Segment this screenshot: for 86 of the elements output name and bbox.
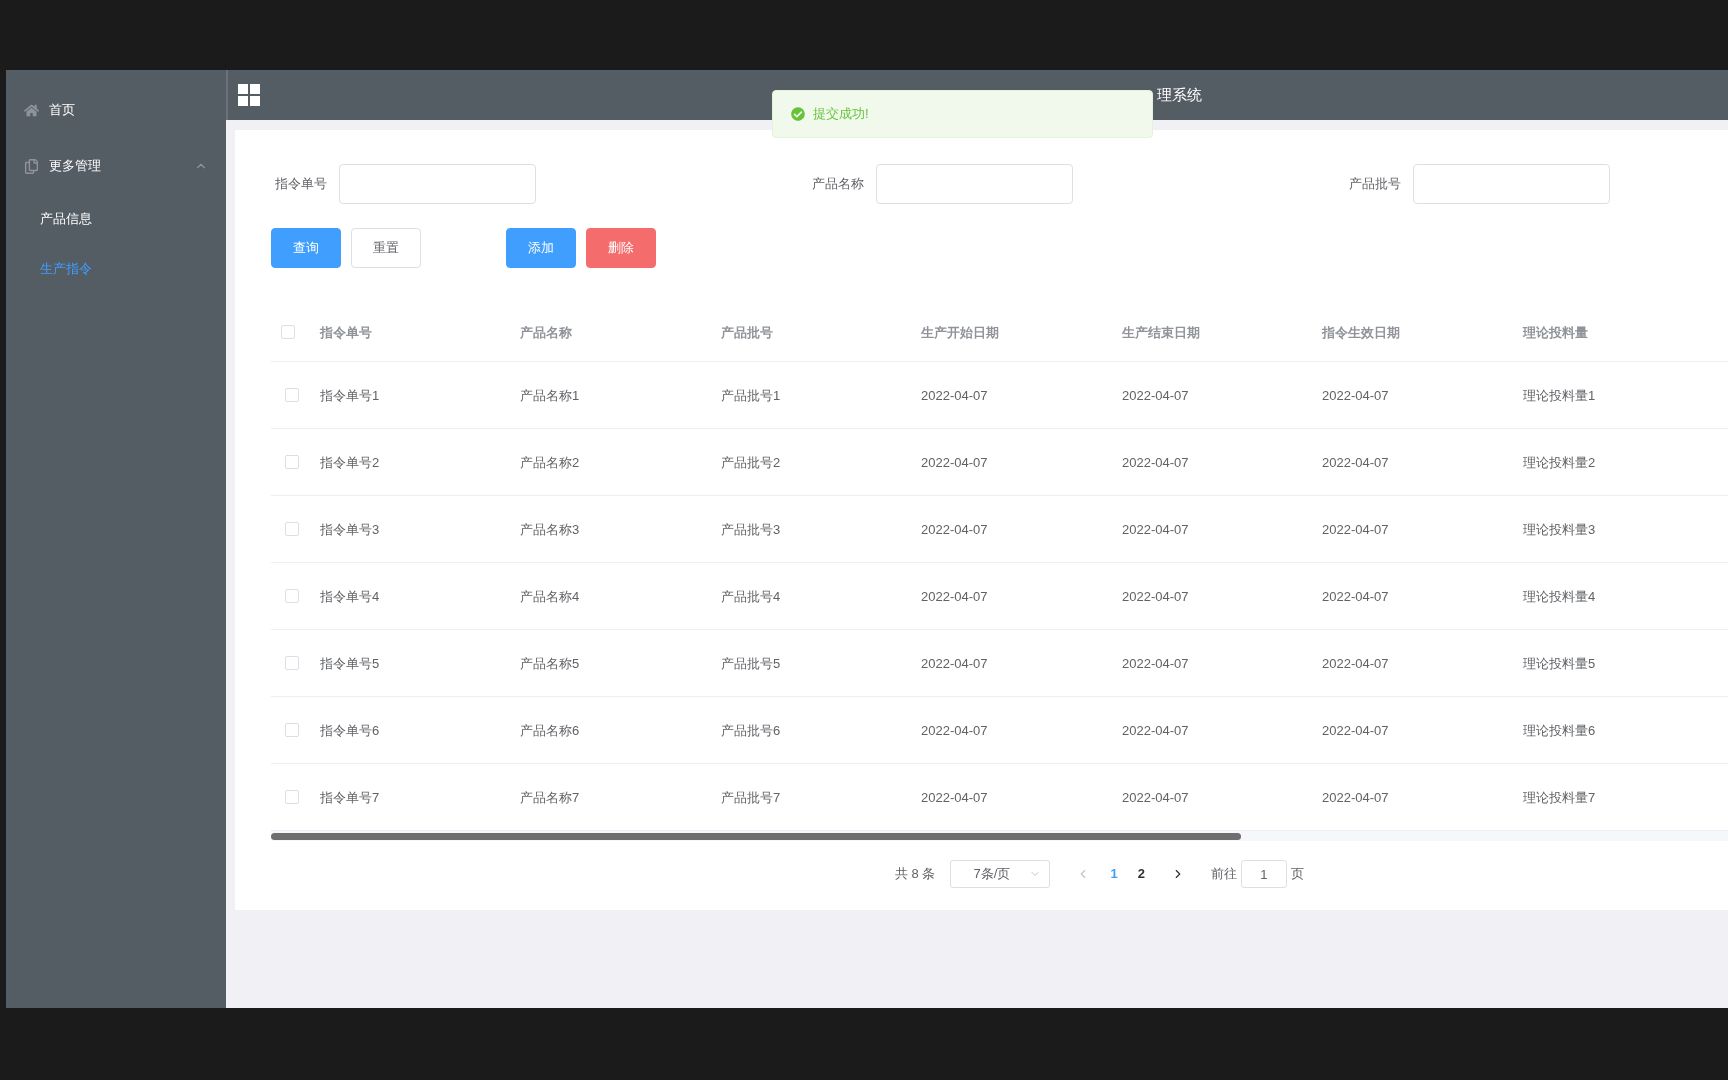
sidebar-item[interactable]: 首页 bbox=[6, 82, 226, 138]
table-cell: 产品批号4 bbox=[721, 589, 781, 604]
table-cell: 2022-04-07 bbox=[921, 589, 988, 604]
table-cell: 2022-04-07 bbox=[1122, 455, 1189, 470]
checkbox[interactable] bbox=[281, 324, 295, 339]
table-cell: 2022-04-07 bbox=[1322, 656, 1389, 671]
table-cell: 产品批号5 bbox=[721, 656, 781, 671]
table-cell: 产品批号3 bbox=[721, 522, 781, 537]
table-cell: 指令单号7 bbox=[320, 790, 380, 805]
table-cell: 2022-04-07 bbox=[921, 388, 988, 403]
grid-icon[interactable] bbox=[238, 84, 260, 106]
goto-page-field[interactable]: 1 bbox=[1240, 860, 1287, 888]
table-cell: 产品批号6 bbox=[721, 723, 781, 738]
column-header: 生产开始日期 bbox=[921, 324, 999, 340]
table-cell: 2022-04-07 bbox=[921, 522, 988, 537]
table-cell: 指令单号6 bbox=[320, 723, 380, 738]
home-icon bbox=[24, 102, 39, 118]
table-cell: 指令单号5 bbox=[320, 656, 380, 671]
sidebar-item[interactable]: 更多管理 bbox=[6, 138, 226, 194]
table-cell: 2022-04-07 bbox=[1122, 723, 1189, 738]
table-cell: 指令单号4 bbox=[320, 589, 380, 604]
field-label: 指令单号 bbox=[274, 175, 327, 194]
table-cell: 产品批号1 bbox=[721, 388, 781, 403]
table-cell: 产品批号2 bbox=[721, 455, 781, 470]
copy-icon bbox=[24, 158, 39, 174]
column-header: 指令单号 bbox=[320, 324, 372, 340]
goto-suffix: 页 bbox=[1290, 865, 1304, 884]
table-cell: 2022-04-07 bbox=[921, 656, 988, 671]
table-cell: 指令单号1 bbox=[320, 388, 380, 403]
table-cell: 指令单号2 bbox=[320, 455, 380, 470]
table-cell: 理论投料量4 bbox=[1523, 589, 1596, 604]
table-cell: 2022-04-07 bbox=[1122, 589, 1189, 604]
checkbox[interactable] bbox=[285, 656, 299, 670]
table-cell: 产品名称2 bbox=[520, 455, 580, 470]
table-cell: 理论投料量3 bbox=[1523, 522, 1596, 537]
table-cell: 2022-04-07 bbox=[1122, 656, 1189, 671]
search-field[interactable] bbox=[876, 164, 1073, 204]
table-cell: 产品名称3 bbox=[520, 522, 580, 537]
table-cell: 产品名称6 bbox=[520, 723, 580, 738]
table-cell: 理论投料量5 bbox=[1523, 656, 1596, 671]
column-header: 生产结束日期 bbox=[1122, 324, 1200, 340]
column-header: 产品名称 bbox=[520, 324, 572, 340]
checkbox[interactable] bbox=[285, 522, 299, 536]
table-cell: 理论投料量1 bbox=[1523, 388, 1596, 403]
goto-label: 前往 bbox=[1210, 865, 1237, 884]
field-label: 产品名称 bbox=[811, 175, 864, 194]
table-cell: 理论投料量6 bbox=[1523, 723, 1596, 738]
checkbox[interactable] bbox=[285, 388, 299, 402]
column-header: 理论投料量 bbox=[1523, 324, 1588, 340]
checkbox[interactable] bbox=[285, 455, 299, 469]
table-cell: 产品名称1 bbox=[520, 388, 580, 403]
checkbox[interactable] bbox=[285, 723, 299, 737]
total-count: 共 8 条 bbox=[895, 865, 936, 884]
table-cell: 产品名称7 bbox=[520, 790, 580, 805]
table-cell: 产品批号7 bbox=[721, 790, 781, 805]
app-title: 理系统 bbox=[1157, 84, 1202, 105]
table-cell: 2022-04-07 bbox=[921, 723, 988, 738]
table-cell: 2022-04-07 bbox=[1122, 790, 1189, 805]
table-cell: 理论投料量2 bbox=[1523, 455, 1596, 470]
table-cell: 产品名称5 bbox=[520, 656, 580, 671]
search-field[interactable] bbox=[339, 164, 536, 204]
checkbox[interactable] bbox=[285, 790, 299, 804]
toast-message: 提交成功! bbox=[813, 105, 869, 124]
page-number[interactable]: 2 bbox=[1137, 864, 1145, 884]
table-cell: 2022-04-07 bbox=[1322, 723, 1389, 738]
column-header: 产品批号 bbox=[721, 324, 773, 340]
column-header: 指令生效日期 bbox=[1322, 324, 1400, 340]
table-cell: 2022-04-07 bbox=[1322, 455, 1389, 470]
checkbox[interactable] bbox=[285, 589, 299, 603]
page-size-select[interactable]: 7条/页 bbox=[950, 860, 1051, 888]
table-cell: 2022-04-07 bbox=[1322, 522, 1389, 537]
scrollbar-thumb[interactable] bbox=[271, 832, 1241, 840]
sidebar-subitem[interactable]: 产品信息 bbox=[6, 194, 226, 244]
table-cell: 2022-04-07 bbox=[921, 790, 988, 805]
action-button[interactable]: 重置 bbox=[351, 228, 421, 268]
field-label: 产品批号 bbox=[1348, 175, 1401, 194]
table-cell: 2022-04-07 bbox=[1122, 388, 1189, 403]
table-cell: 产品名称4 bbox=[520, 589, 580, 604]
table-cell: 2022-04-07 bbox=[1322, 589, 1389, 604]
table-cell: 2022-04-07 bbox=[1122, 522, 1189, 537]
table-cell: 指令单号3 bbox=[320, 522, 380, 537]
table-cell: 2022-04-07 bbox=[921, 455, 988, 470]
table-cell: 理论投料量7 bbox=[1523, 790, 1596, 805]
table-cell: 2022-04-07 bbox=[1322, 388, 1389, 403]
search-field[interactable] bbox=[1413, 164, 1610, 204]
table-cell: 2022-04-07 bbox=[1322, 790, 1389, 805]
